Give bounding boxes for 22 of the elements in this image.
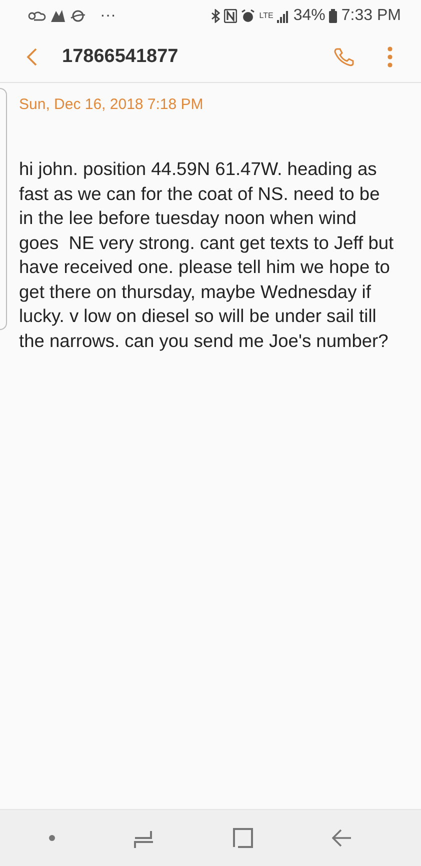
battery-icon bbox=[329, 9, 338, 23]
app-icon bbox=[50, 9, 66, 23]
network-type: LTE bbox=[259, 12, 274, 20]
phone-icon[interactable] bbox=[333, 47, 355, 67]
recent-apps-icon[interactable] bbox=[134, 828, 154, 848]
overflow-indicator: ··· bbox=[100, 7, 116, 25]
weather-icon bbox=[26, 9, 46, 23]
message-text: hi john. position 44.59N 61.47W. heading as fast as we can for the coat of NS. need to be in the lee before tuesday noon when wind goes NE very strong. cant get texts to Jeff but have received one. please tell him we hope to get there on thursday, maybe Wednesday if lucky. v low on diesel so will be under sail till the narrows. can you send me Joe's number? bbox=[19, 157, 395, 353]
signal-icon bbox=[277, 10, 290, 22]
message-timestamp: Sun, Dec 16, 2018 7:18 PM bbox=[19, 96, 204, 113]
clock: 7:33 PM bbox=[341, 7, 401, 25]
back-icon[interactable] bbox=[26, 47, 38, 67]
bluetooth-icon bbox=[211, 9, 220, 23]
planet-icon bbox=[70, 9, 86, 23]
nfc-icon bbox=[224, 9, 238, 23]
contact-number: 17866541877 bbox=[62, 46, 180, 68]
back-nav-icon[interactable] bbox=[332, 828, 352, 848]
home-icon[interactable] bbox=[232, 828, 253, 848]
battery-percent: 34% bbox=[293, 7, 326, 25]
dot-icon[interactable] bbox=[49, 835, 56, 841]
alarm-icon bbox=[241, 9, 256, 23]
more-options-icon[interactable] bbox=[387, 46, 393, 68]
